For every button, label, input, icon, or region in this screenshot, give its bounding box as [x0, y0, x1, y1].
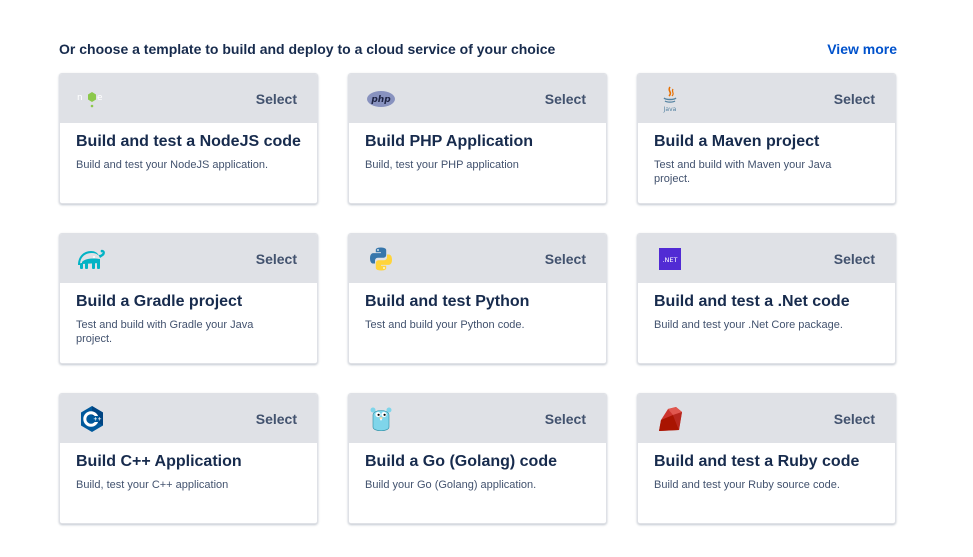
section-title: Or choose a template to build and deploy… [59, 41, 556, 57]
card-header: Select [349, 234, 606, 283]
dotnet-icon: .NET [654, 243, 686, 275]
templates-header: Or choose a template to build and deploy… [59, 40, 897, 58]
card-title: Build a Go (Golang) code [365, 453, 557, 470]
card-title: Build and test a Ruby code [654, 453, 860, 470]
card-body: Build and test a Ruby code Build and tes… [638, 443, 895, 504]
card-body: Build and test a .Net code Build and tes… [638, 283, 895, 344]
nodejs-icon: n e [76, 83, 108, 115]
card-body: Build PHP Application Build, test your P… [349, 123, 606, 184]
select-button[interactable]: Select [545, 411, 586, 427]
template-card-maven[interactable]: Java Select Build a Maven project Test a… [637, 73, 896, 204]
template-grid: n e Select Build and test a NodeJS code … [59, 73, 896, 524]
card-header: Select [60, 234, 317, 283]
svg-text:n: n [77, 93, 83, 103]
php-icon: php [365, 83, 397, 115]
template-card-cpp[interactable]: ++ Select Build C++ Application Build, t… [59, 393, 318, 524]
card-header: .NET Select [638, 234, 895, 283]
card-body: Build a Go (Golang) code Build your Go (… [349, 443, 606, 504]
svg-text:Java: Java [663, 106, 677, 113]
card-header: Select [349, 394, 606, 443]
card-title: Build and test Python [365, 293, 530, 310]
card-title: Build and test a .Net code [654, 293, 850, 310]
template-card-ruby[interactable]: Select Build and test a Ruby code Build … [637, 393, 896, 524]
card-title: Build C++ Application [76, 453, 242, 470]
gradle-icon [76, 243, 108, 275]
card-header: Java Select [638, 74, 895, 123]
select-button[interactable]: Select [545, 91, 586, 107]
cpp-icon: ++ [76, 403, 108, 435]
card-body: Build C++ Application Build, test your C… [60, 443, 317, 504]
template-card-nodejs[interactable]: n e Select Build and test a NodeJS code … [59, 73, 318, 204]
card-body: Build a Gradle project Test and build wi… [60, 283, 317, 358]
template-card-golang[interactable]: Select Build a Go (Golang) code Build yo… [348, 393, 607, 524]
card-description: Build and test your .Net Core package. [654, 319, 843, 331]
card-body: Build and test a NodeJS code Build and t… [60, 123, 317, 184]
card-title: Build a Maven project [654, 133, 820, 150]
golang-icon [365, 403, 397, 435]
view-more-link[interactable]: View more [827, 41, 897, 57]
card-header: php Select [349, 74, 606, 123]
template-card-dotnet[interactable]: .NET Select Build and test a .Net code B… [637, 233, 896, 364]
java-icon: Java [654, 83, 686, 115]
card-title: Build a Gradle project [76, 293, 243, 310]
card-description: Build, test your PHP application [365, 159, 519, 171]
select-button[interactable]: Select [256, 91, 297, 107]
select-button[interactable]: Select [256, 411, 297, 427]
python-icon [365, 243, 397, 275]
template-card-gradle[interactable]: Select Build a Gradle project Test and b… [59, 233, 318, 364]
card-body: Build a Maven project Test and build wit… [638, 123, 895, 198]
svg-text:.NET: .NET [662, 256, 677, 264]
template-card-php[interactable]: php Select Build PHP Application Build, … [348, 73, 607, 204]
select-button[interactable]: Select [834, 91, 875, 107]
svg-text:++: ++ [93, 416, 101, 422]
card-body: Build and test Python Test and build you… [349, 283, 606, 344]
card-description: Test and build your Python code. [365, 319, 525, 331]
card-header: n e Select [60, 74, 317, 123]
svg-text:php: php [370, 95, 391, 105]
select-button[interactable]: Select [834, 251, 875, 267]
svg-text:e: e [97, 93, 103, 103]
card-description: Build your Go (Golang) application. [365, 479, 537, 491]
card-description: Test and build with Maven your Java proj… [654, 159, 832, 185]
ruby-icon [654, 403, 686, 435]
card-title: Build and test a NodeJS code [76, 133, 301, 150]
card-description: Build and test your NodeJS application. [76, 159, 269, 171]
card-description: Build, test your C++ application [76, 479, 229, 491]
select-button[interactable]: Select [545, 251, 586, 267]
card-header: Select [638, 394, 895, 443]
card-description: Build and test your Ruby source code. [654, 479, 840, 491]
select-button[interactable]: Select [256, 251, 297, 267]
card-title: Build PHP Application [365, 133, 534, 150]
card-description: Test and build with Gradle your Java pro… [76, 319, 254, 345]
template-card-python[interactable]: Select Build and test Python Test and bu… [348, 233, 607, 364]
card-header: ++ Select [60, 394, 317, 443]
select-button[interactable]: Select [834, 411, 875, 427]
